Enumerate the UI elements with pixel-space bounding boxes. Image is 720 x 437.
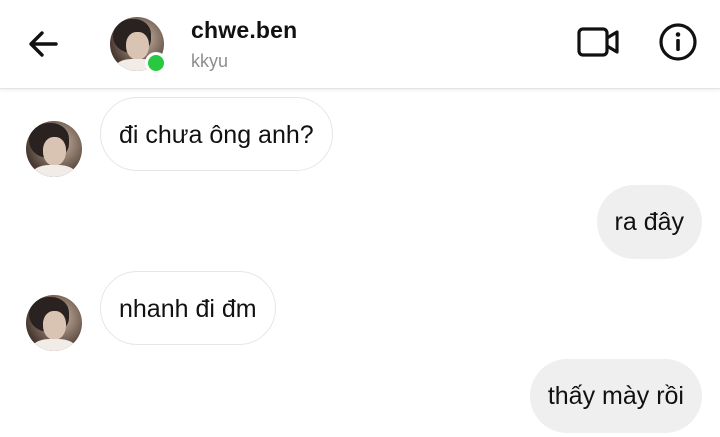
info-button[interactable] <box>658 22 698 62</box>
chat-title[interactable]: chwe.ben <box>191 17 297 44</box>
header-avatar[interactable] <box>110 17 167 74</box>
info-circle-icon <box>659 23 697 61</box>
video-call-button[interactable] <box>576 22 620 62</box>
message-bubble-incoming[interactable]: đi chưa ông anh? <box>100 97 333 171</box>
chat-subtitle: kkyu <box>191 51 229 71</box>
sender-avatar[interactable] <box>26 295 82 351</box>
sender-avatar[interactable] <box>26 121 82 177</box>
message-bubble-incoming[interactable]: nhanh đi đm <box>100 271 276 345</box>
chat-screen: chwe.ben kkyu đi chưa ông anh? ra đây nh… <box>0 0 720 437</box>
avatar-image <box>26 295 82 351</box>
avatar-image <box>26 121 82 177</box>
back-button[interactable] <box>24 26 64 62</box>
chat-header: chwe.ben kkyu <box>0 0 720 89</box>
online-status-dot <box>145 52 167 74</box>
message-bubble-outgoing[interactable]: ra đây <box>596 185 702 259</box>
message-bubble-outgoing[interactable]: thấy mày rồi <box>529 359 702 433</box>
arrow-left-icon <box>29 31 58 57</box>
video-camera-icon <box>577 27 619 57</box>
